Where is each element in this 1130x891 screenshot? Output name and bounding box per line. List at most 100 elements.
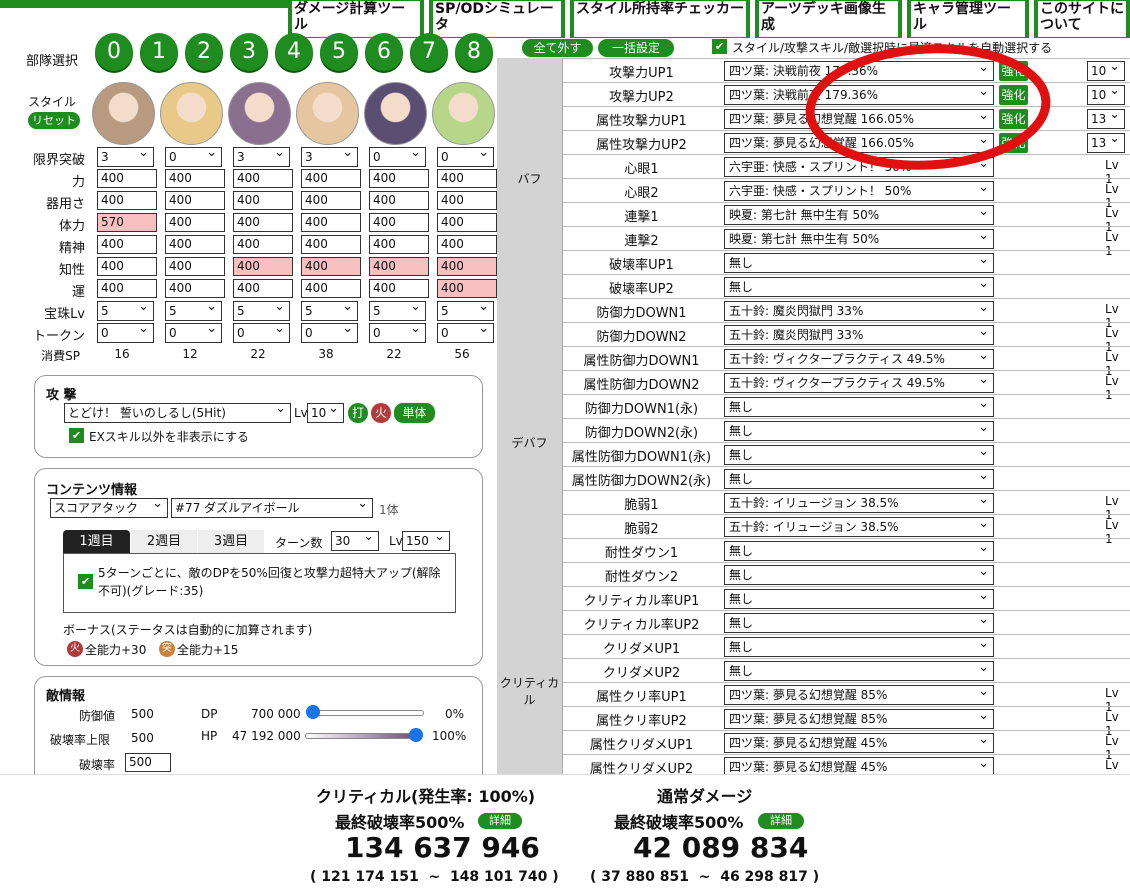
nav-damage-calc[interactable]: ダメージ計算ツール: [288, 0, 424, 38]
buff-lv-select[interactable]: 10: [1087, 83, 1125, 105]
stat-input[interactable]: 400: [437, 191, 497, 210]
buff-select[interactable]: 無し: [724, 541, 994, 561]
skill-lv-select[interactable]: 10: [307, 401, 344, 423]
stat-select[interactable]: 5: [301, 299, 358, 321]
buff-select[interactable]: 無し: [724, 397, 994, 417]
buff-select[interactable]: 六宇亜: 快感・スプリント！ 50%: [724, 181, 994, 201]
stat-input[interactable]: 400: [165, 191, 225, 210]
ex-only-checkbox[interactable]: ✔: [69, 428, 84, 443]
buff-select[interactable]: 四ツ葉: 夢見る幻想覚醒 85%: [724, 709, 994, 729]
stat-input[interactable]: 400: [369, 169, 429, 188]
stat-input[interactable]: 400: [437, 235, 497, 254]
buff-select[interactable]: 無し: [724, 565, 994, 585]
stat-select[interactable]: 0: [369, 321, 426, 343]
stat-select[interactable]: 5: [97, 299, 154, 321]
turn-select[interactable]: 30: [331, 529, 379, 551]
stat-input[interactable]: 400: [233, 191, 293, 210]
buff-select[interactable]: 無し: [724, 637, 994, 657]
stat-input[interactable]: 400: [369, 235, 429, 254]
buff-select[interactable]: 映夏: 第七計 無中生有 50%: [724, 205, 994, 225]
buff-select[interactable]: 四ツ葉: 夢見る幻想覚醒 85%: [724, 685, 994, 705]
party-button-4[interactable]: 4: [275, 33, 313, 71]
style-avatar-2[interactable]: [160, 82, 223, 145]
party-button-8[interactable]: 8: [455, 33, 493, 71]
stat-input[interactable]: 400: [369, 191, 429, 210]
buff-select[interactable]: 無し: [724, 445, 994, 465]
enemy-select[interactable]: #77 ダズルアイボール: [171, 496, 373, 518]
batch-set-button[interactable]: 一括設定: [598, 39, 674, 57]
stat-select[interactable]: 0: [165, 145, 222, 167]
hp-slider[interactable]: [305, 728, 423, 742]
party-button-5[interactable]: 5: [320, 33, 358, 71]
buff-select[interactable]: 四ツ葉: 夢見る幻想覚醒 45%: [724, 733, 994, 753]
style-avatar-3[interactable]: [228, 82, 291, 145]
buff-lv-select[interactable]: 13: [1087, 107, 1125, 129]
style-avatar-6[interactable]: [432, 82, 495, 145]
stat-select[interactable]: 5: [369, 299, 426, 321]
stat-select[interactable]: 3: [97, 145, 154, 167]
stat-input[interactable]: 400: [437, 279, 497, 298]
stat-input[interactable]: 400: [233, 169, 293, 188]
buff-select[interactable]: 無し: [724, 661, 994, 681]
stat-input[interactable]: 400: [301, 279, 361, 298]
party-button-2[interactable]: 2: [185, 33, 223, 71]
stat-select[interactable]: 0: [233, 321, 290, 343]
buff-select[interactable]: 無し: [724, 277, 994, 297]
buff-select[interactable]: 五十鈴: イリュージョン 38.5%: [724, 493, 994, 513]
buff-select[interactable]: 五十鈴: ヴィクタープラクティス 49.5%: [724, 349, 994, 369]
stat-select[interactable]: 5: [233, 299, 290, 321]
stat-select[interactable]: 3: [301, 145, 358, 167]
stat-input[interactable]: 400: [233, 235, 293, 254]
stat-input[interactable]: 400: [165, 257, 225, 276]
buff-select[interactable]: 無し: [724, 613, 994, 633]
buff-select[interactable]: 無し: [724, 421, 994, 441]
style-reset-button[interactable]: リセット: [28, 112, 80, 129]
tab-week-1[interactable]: 1週目: [63, 530, 130, 553]
tab-week-2[interactable]: 2週目: [131, 530, 197, 553]
crit-detail-button[interactable]: 詳細: [478, 813, 522, 829]
stat-input[interactable]: 400: [233, 257, 293, 276]
effect-checkbox[interactable]: ✔: [78, 574, 93, 589]
stat-select[interactable]: 0: [97, 321, 154, 343]
stat-input[interactable]: 400: [233, 213, 293, 232]
stat-input[interactable]: 400: [369, 279, 429, 298]
buff-select[interactable]: 映夏: 第七計 無中生有 50%: [724, 229, 994, 249]
nav-about[interactable]: このサイトについて: [1034, 0, 1130, 38]
buff-select[interactable]: 無し: [724, 253, 994, 273]
buff-select[interactable]: 五十鈴: 魔炎閃獄門 33%: [724, 301, 994, 321]
party-button-6[interactable]: 6: [365, 33, 403, 71]
normal-detail-button[interactable]: 詳細: [758, 813, 804, 829]
buff-select[interactable]: 無し: [724, 469, 994, 489]
auto-select-checkbox[interactable]: ✔: [712, 39, 727, 54]
stat-input[interactable]: 400: [97, 235, 157, 254]
buff-select[interactable]: 無し: [724, 589, 994, 609]
hp-slider-knob[interactable]: [409, 728, 423, 742]
dp-slider[interactable]: [306, 705, 424, 719]
tab-week-3[interactable]: 3週目: [198, 530, 264, 553]
enemy-count[interactable]: 1体: [379, 501, 399, 518]
buff-select[interactable]: 五十鈴: イリュージョン 38.5%: [724, 517, 994, 537]
stat-input[interactable]: 400: [301, 169, 361, 188]
clear-all-button[interactable]: 全て外す: [522, 39, 593, 57]
stat-input[interactable]: 400: [165, 213, 225, 232]
party-button-3[interactable]: 3: [230, 33, 268, 71]
nav-style-checker[interactable]: スタイル所持率チェッカー: [570, 0, 750, 38]
stat-select[interactable]: 0: [165, 321, 222, 343]
stat-input[interactable]: 400: [437, 169, 497, 188]
stat-select[interactable]: 0: [437, 145, 494, 167]
stat-input[interactable]: 400: [233, 279, 293, 298]
stat-input[interactable]: 400: [165, 169, 225, 188]
stat-input[interactable]: 400: [369, 213, 429, 232]
nav-arts-deck[interactable]: アーツデッキ画像生成: [755, 0, 902, 38]
party-button-0[interactable]: 0: [95, 33, 133, 71]
skill-select[interactable]: とどけ！ 誓いのしるし(5Hit): [64, 401, 291, 423]
style-avatar-5[interactable]: [364, 82, 427, 145]
style-avatar-1[interactable]: [92, 82, 155, 145]
stat-input[interactable]: 400: [97, 169, 157, 188]
enemy-lv-select[interactable]: 150: [402, 529, 450, 551]
content-type-select[interactable]: スコアアタック: [50, 496, 168, 518]
stat-input[interactable]: 400: [301, 213, 361, 232]
brk-input[interactable]: 500: [125, 753, 171, 772]
stat-select[interactable]: 3: [233, 145, 290, 167]
nav-sp-od-sim[interactable]: SP/ODシミュレータ: [429, 0, 565, 38]
